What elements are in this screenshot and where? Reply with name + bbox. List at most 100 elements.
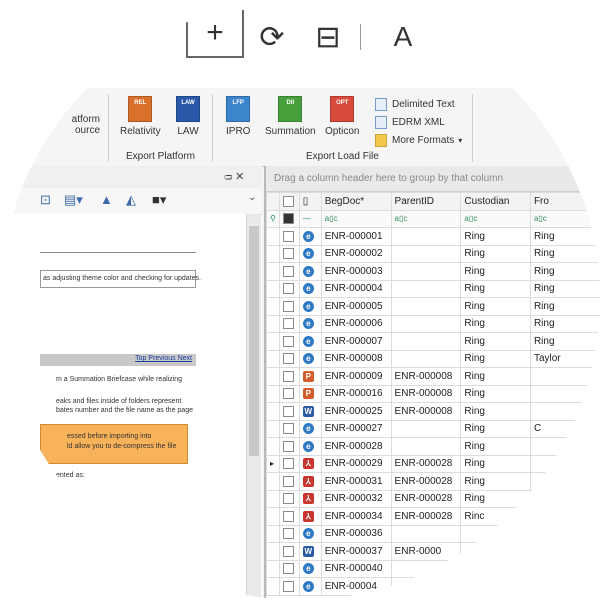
table-row[interactable]: e ENR-000040: [266, 559, 600, 578]
viewer-scrollbar[interactable]: [246, 214, 261, 600]
table-row[interactable]: e ENR-000007 Ring Ring: [266, 332, 600, 351]
filter-check-cell[interactable]: [278, 209, 300, 228]
page-setup-icon[interactable]: ▤▾: [64, 192, 83, 208]
delimited-text-button[interactable]: Delimited Text: [375, 98, 455, 111]
source-platform-button[interactable]: atform ource: [56, 114, 100, 136]
summation-export-button[interactable]: DII Summation: [265, 96, 316, 137]
edrm-xml-button[interactable]: EDRM XML: [375, 116, 445, 129]
row-select-cell[interactable]: [278, 297, 300, 316]
relativity-export-button[interactable]: REL Relativity: [120, 96, 161, 137]
column-header-begdoc[interactable]: BegDoc*: [320, 192, 392, 211]
table-row[interactable]: ⅄ ENR-000031 ENR-000028 Ring: [266, 472, 600, 491]
row-select-cell[interactable]: [278, 437, 300, 456]
table-row[interactable]: ▸ ⅄ ENR-000029 ENR-000028 Ring: [266, 454, 600, 473]
add-icon[interactable]: +: [186, 10, 244, 58]
row-select-cell[interactable]: [278, 542, 300, 561]
filter-cell[interactable]: —: [298, 209, 322, 228]
row-checkbox[interactable]: [282, 318, 294, 330]
row-checkbox[interactable]: [282, 388, 294, 400]
row-checkbox[interactable]: [282, 563, 294, 575]
more-formats-button[interactable]: More Formats ▾: [375, 134, 462, 147]
row-checkbox[interactable]: [282, 528, 294, 540]
nav-link-next[interactable]: Next: [178, 355, 192, 362]
filter-cell[interactable]: a▯c: [390, 209, 462, 228]
highlight-icon[interactable]: ▲: [100, 192, 113, 207]
table-row[interactable]: e ENR-00004: [266, 577, 600, 596]
text-size-icon[interactable]: A: [378, 12, 428, 62]
row-checkbox[interactable]: [282, 300, 294, 312]
row-checkbox[interactable]: [282, 283, 294, 295]
filter-cell[interactable]: a▯c: [460, 209, 531, 228]
table-row[interactable]: ⅄ ENR-000032 ENR-000028 Ring: [266, 489, 600, 508]
row-checkbox[interactable]: [282, 475, 294, 487]
row-select-cell[interactable]: [278, 332, 300, 351]
row-checkbox[interactable]: [282, 248, 294, 260]
column-header-custodian[interactable]: Custodian: [460, 192, 531, 211]
row-select-cell[interactable]: [278, 262, 300, 281]
table-row[interactable]: e ENR-000027 Ring C: [266, 419, 600, 438]
row-select-cell[interactable]: [278, 227, 300, 246]
row-select-cell[interactable]: [278, 577, 300, 596]
select-all-checkbox[interactable]: [282, 195, 294, 207]
pin-close-controls[interactable]: ᴞ ✕: [224, 170, 244, 183]
table-row[interactable]: e ENR-000028 Ring: [266, 437, 600, 456]
row-checkbox[interactable]: [282, 493, 294, 505]
row-select-cell[interactable]: [278, 524, 300, 543]
nav-link-previous[interactable]: Previous: [148, 355, 175, 362]
law-export-button[interactable]: LAW LAW: [176, 96, 200, 137]
annotate-icon[interactable]: ◭: [126, 192, 136, 208]
row-checkbox[interactable]: [282, 353, 294, 365]
row-checkbox[interactable]: [282, 370, 294, 382]
row-select-cell[interactable]: [278, 507, 300, 526]
table-row[interactable]: e ENR-000003 Ring Ring: [266, 262, 600, 281]
nav-links[interactable]: Top Previous Next: [135, 355, 192, 362]
row-checkbox[interactable]: [282, 265, 294, 277]
table-row[interactable]: e ENR-000004 Ring Ring: [266, 279, 600, 298]
row-checkbox[interactable]: [282, 580, 294, 592]
table-row[interactable]: e ENR-000002 Ring Ring: [266, 244, 600, 263]
table-row[interactable]: e ENR-000006 Ring Ring: [266, 314, 600, 333]
ipro-export-button[interactable]: LFP IPRO: [226, 96, 250, 137]
row-checkbox[interactable]: [282, 335, 294, 347]
table-row[interactable]: e ENR-000005 Ring Ring: [266, 297, 600, 316]
filter-pin-icon[interactable]: ⚲: [266, 209, 280, 228]
row-select-cell[interactable]: [278, 384, 300, 403]
row-select-cell[interactable]: [278, 367, 300, 386]
row-checkbox[interactable]: [282, 458, 294, 470]
table-row[interactable]: P ENR-000016 ENR-000008 Ring: [266, 384, 600, 403]
row-checkbox[interactable]: [282, 510, 294, 522]
nav-link-top[interactable]: Top: [135, 355, 146, 362]
row-select-cell[interactable]: [278, 402, 300, 421]
table-row[interactable]: e ENR-000036: [266, 524, 600, 543]
row-select-cell[interactable]: [278, 472, 300, 491]
scrollbar-thumb[interactable]: [249, 226, 259, 456]
row-select-cell[interactable]: [278, 314, 300, 333]
filter-cell[interactable]: a▯c: [320, 209, 392, 228]
chevron-down-icon[interactable]: ⌄: [248, 192, 256, 203]
file-type-header[interactable]: ▯: [298, 192, 322, 211]
row-select-cell[interactable]: [278, 279, 300, 298]
row-select-cell[interactable]: [278, 489, 300, 508]
select-all-header[interactable]: [278, 192, 300, 211]
table-row[interactable]: e ENR-000008 Ring Taylor: [266, 349, 600, 368]
table-row[interactable]: ⅄ ENR-000034 ENR-000028 Rinc: [266, 507, 600, 526]
zoom-icon[interactable]: ⊡: [40, 192, 51, 208]
column-header-parentid[interactable]: ParentID: [390, 192, 462, 211]
row-select-cell[interactable]: [278, 349, 300, 368]
opticon-export-button[interactable]: OPT Opticon: [325, 96, 359, 137]
filter-cell[interactable]: a▯c: [529, 209, 600, 228]
table-row[interactable]: W ENR-000037 ENR-0000: [266, 542, 600, 561]
filter-checkbox[interactable]: [282, 213, 294, 225]
fit-width-icon[interactable]: ⊟: [304, 12, 352, 62]
row-checkbox[interactable]: [282, 230, 294, 242]
row-checkbox[interactable]: [282, 405, 294, 417]
row-checkbox[interactable]: [282, 545, 294, 557]
table-row[interactable]: W ENR-000025 ENR-000008 Ring: [266, 402, 600, 421]
group-by-area[interactable]: Drag a column header here to group by th…: [266, 166, 600, 192]
color-icon[interactable]: ■▾: [152, 192, 166, 208]
row-checkbox[interactable]: [282, 423, 294, 435]
row-checkbox[interactable]: [282, 440, 294, 452]
rotate-icon[interactable]: ⟳: [250, 12, 294, 62]
row-select-cell[interactable]: [278, 454, 300, 473]
row-select-cell[interactable]: [278, 244, 300, 263]
